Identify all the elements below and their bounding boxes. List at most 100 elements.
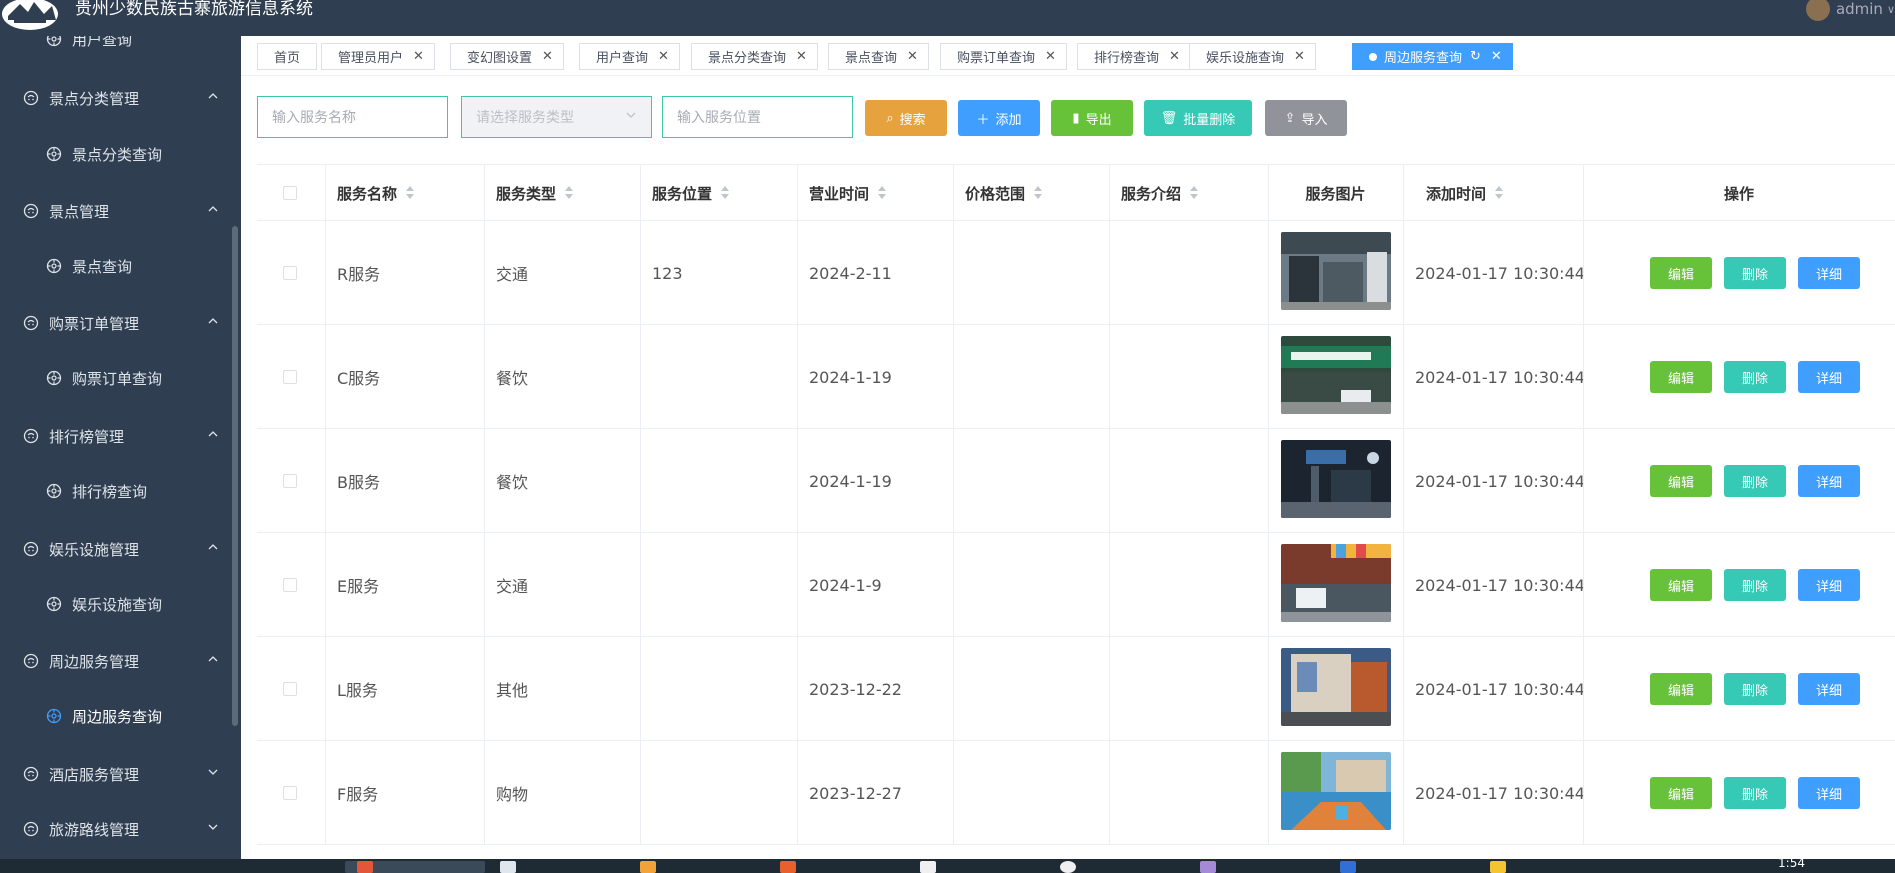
row-checkbox[interactable]	[283, 682, 297, 696]
delete-button[interactable]: 删除	[1724, 257, 1786, 289]
add-button[interactable]: ＋ 添加	[958, 100, 1040, 136]
close-icon[interactable]: ✕	[1491, 49, 1502, 64]
sort-icon[interactable]	[1033, 186, 1043, 200]
service-image[interactable]	[1281, 440, 1391, 518]
batch-delete-button[interactable]: 🗑 批量删除	[1144, 100, 1252, 136]
edit-button[interactable]: 编辑	[1650, 361, 1712, 393]
tab-0[interactable]: 首页	[257, 43, 318, 70]
select-all-checkbox[interactable]	[283, 186, 297, 200]
browser-icon[interactable]	[357, 861, 373, 873]
service-location-input[interactable]: 输入服务位置	[662, 96, 853, 138]
sidebar-group-11[interactable]: 周边服务管理	[0, 641, 241, 681]
table-row[interactable]: L服务 其他 2023-12-22 2024-01-17 10:30:44 编辑 删除 详细	[257, 637, 1895, 741]
edit-button[interactable]: 编辑	[1650, 673, 1712, 705]
sidebar-group-5[interactable]: 购票订单管理	[0, 303, 241, 343]
col-service-type[interactable]: 服务类型	[484, 165, 574, 221]
sidebar-item-12[interactable]: 周边服务查询	[0, 696, 241, 736]
delete-button[interactable]: 删除	[1724, 777, 1786, 809]
col-service-name[interactable]: 服务名称	[325, 165, 415, 221]
close-icon[interactable]: ✕	[658, 49, 669, 64]
edit-button[interactable]: 编辑	[1650, 257, 1712, 289]
close-icon[interactable]: ✕	[1169, 49, 1180, 64]
sidebar-item-4[interactable]: 景点查询	[0, 246, 241, 286]
row-checkbox[interactable]	[283, 786, 297, 800]
col-service-location[interactable]: 服务位置	[640, 165, 730, 221]
detail-button[interactable]: 详细	[1798, 777, 1860, 809]
edit-button[interactable]: 编辑	[1650, 569, 1712, 601]
sort-icon[interactable]	[877, 186, 887, 200]
delete-button[interactable]: 删除	[1724, 465, 1786, 497]
delete-button[interactable]: 删除	[1724, 361, 1786, 393]
sort-icon[interactable]	[1494, 186, 1504, 200]
close-icon[interactable]: ✕	[542, 49, 553, 64]
edit-button[interactable]: 编辑	[1650, 465, 1712, 497]
service-type-select[interactable]: 请选择服务类型	[461, 96, 652, 138]
row-checkbox[interactable]	[283, 474, 297, 488]
close-icon[interactable]: ✕	[1045, 49, 1056, 64]
table-row[interactable]: C服务 餐饮 2024-1-19 2024-01-17 10:30:44 编辑 删除 详细	[257, 325, 1895, 429]
detail-button[interactable]: 详细	[1798, 569, 1860, 601]
table-row[interactable]: B服务 餐饮 2024-1-19 2024-01-17 10:30:44 编辑 删除 详细	[257, 429, 1895, 533]
app-icon[interactable]	[1060, 861, 1076, 873]
detail-button[interactable]: 详细	[1798, 673, 1860, 705]
service-image[interactable]	[1281, 232, 1391, 310]
detail-button[interactable]: 详细	[1798, 361, 1860, 393]
col-service-intro[interactable]: 服务介绍	[1109, 165, 1199, 221]
service-name-input[interactable]: 输入服务名称	[257, 96, 448, 138]
app-icon[interactable]	[1490, 861, 1506, 873]
sort-icon[interactable]	[564, 186, 574, 200]
sidebar-group-7[interactable]: 排行榜管理	[0, 416, 241, 456]
app-icon[interactable]	[640, 861, 656, 873]
import-button[interactable]: ⇪ 导入	[1265, 100, 1347, 136]
sidebar-item-6[interactable]: 购票订单查询	[0, 358, 241, 398]
detail-button[interactable]: 详细	[1798, 257, 1860, 289]
sidebar-group-13[interactable]: 酒店服务管理	[0, 754, 241, 794]
sidebar-item-2[interactable]: 景点分类查询	[0, 134, 241, 174]
delete-button[interactable]: 删除	[1724, 673, 1786, 705]
service-image[interactable]	[1281, 544, 1391, 622]
user-menu[interactable]: admin ∨	[1805, 0, 1895, 21]
app-icon[interactable]	[920, 861, 936, 873]
sidebar-group-1[interactable]: 景点分类管理	[0, 78, 241, 118]
tab-1[interactable]: 管理员用户 ✕	[321, 43, 435, 70]
delete-button[interactable]: 删除	[1724, 569, 1786, 601]
close-icon[interactable]: ✕	[796, 49, 807, 64]
app-icon[interactable]	[1200, 861, 1216, 873]
sort-icon[interactable]	[720, 186, 730, 200]
close-icon[interactable]: ✕	[413, 49, 424, 64]
sidebar-scrollbar[interactable]	[232, 226, 238, 726]
tab-9[interactable]: 周边服务查询 ↻ ✕	[1352, 43, 1513, 70]
service-image[interactable]	[1281, 752, 1391, 830]
export-button[interactable]: ▮ 导出	[1051, 100, 1133, 136]
sidebar-item-8[interactable]: 排行榜查询	[0, 471, 241, 511]
tab-3[interactable]: 用户查询 ✕	[579, 43, 680, 70]
close-icon[interactable]: ✕	[1294, 49, 1305, 64]
sidebar-group-3[interactable]: 景点管理	[0, 191, 241, 231]
service-image[interactable]	[1281, 336, 1391, 414]
sidebar-item-0[interactable]: 用户查询	[0, 36, 241, 59]
search-button[interactable]: ⌕ 搜索	[865, 100, 947, 136]
row-checkbox[interactable]	[283, 578, 297, 592]
col-business-hours[interactable]: 营业时间	[797, 165, 887, 221]
table-row[interactable]: E服务 交通 2024-1-9 2024-01-17 10:30:44 编辑 删除 详细	[257, 533, 1895, 637]
table-row[interactable]: F服务 购物 2023-12-27 2024-01-17 10:30:44 编辑 删除 详细	[257, 741, 1895, 845]
close-icon[interactable]: ✕	[907, 49, 918, 64]
refresh-icon[interactable]: ↻	[1470, 49, 1481, 64]
tab-4[interactable]: 景点分类查询 ✕	[691, 43, 818, 70]
tab-6[interactable]: 购票订单查询 ✕	[940, 43, 1067, 70]
row-checkbox[interactable]	[283, 370, 297, 384]
tab-7[interactable]: 排行榜查询 ✕	[1077, 43, 1191, 70]
col-price-range[interactable]: 价格范围	[953, 165, 1043, 221]
detail-button[interactable]: 详细	[1798, 465, 1860, 497]
sidebar-group-14[interactable]: 旅游路线管理	[0, 809, 241, 849]
sort-icon[interactable]	[1189, 186, 1199, 200]
tab-5[interactable]: 景点查询 ✕	[828, 43, 929, 70]
service-image[interactable]	[1281, 648, 1391, 726]
table-row[interactable]: R服务 交通 123 2024-2-11 2024-01-17 10:30:44 编辑 删除…	[257, 221, 1895, 325]
sidebar-group-9[interactable]: 娱乐设施管理	[0, 529, 241, 569]
sidebar-item-10[interactable]: 娱乐设施查询	[0, 584, 241, 624]
edit-button[interactable]: 编辑	[1650, 777, 1712, 809]
app-icon[interactable]	[1340, 861, 1356, 873]
tab-8[interactable]: 娱乐设施查询 ✕	[1189, 43, 1316, 70]
col-added-time[interactable]: 添加时间	[1414, 165, 1504, 221]
